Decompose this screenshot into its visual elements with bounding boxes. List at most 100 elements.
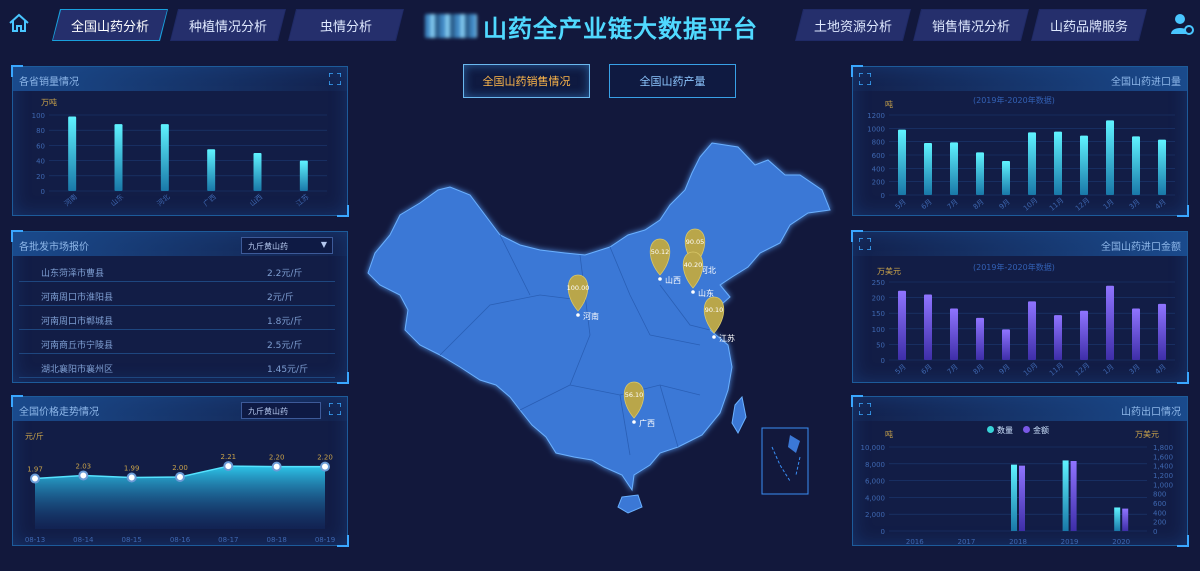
bar-amount[interactable] [1070, 461, 1077, 531]
expand-icon[interactable] [329, 73, 341, 85]
panel-title: 全国山药进口量 [853, 67, 1187, 91]
x-tick-label: 10月 [1022, 196, 1039, 212]
x-tick-label: 08-15 [121, 536, 141, 544]
table-row[interactable]: 河南周口市郸城县 1.8元/斤 [19, 308, 335, 330]
bar[interactable] [976, 152, 984, 195]
national-output-button[interactable]: 全国山药产量 [609, 64, 736, 98]
tab-sales-analysis[interactable]: 销售情况分析 [913, 9, 1029, 41]
table-row[interactable]: 山东菏泽市曹县 2.2元/斤 [19, 260, 335, 282]
table-row[interactable]: 河南商丘市宁陵县 2.5元/斤 [19, 332, 335, 354]
tab-brand-service[interactable]: 山药品牌服务 [1031, 9, 1147, 41]
bar[interactable] [1054, 131, 1062, 195]
data-point[interactable] [175, 472, 185, 482]
bar[interactable] [1080, 310, 1088, 360]
y-tick-label: 100 [32, 112, 45, 120]
bar-quantity[interactable] [1062, 460, 1069, 531]
bar[interactable] [1106, 120, 1114, 195]
bar[interactable] [1054, 315, 1062, 360]
page-title-area: 山药全产业链大数据平台 [425, 8, 775, 44]
data-point[interactable] [126, 472, 137, 483]
bar-quantity[interactable] [1114, 507, 1121, 531]
home-icon[interactable] [8, 12, 30, 34]
table-row[interactable]: 湖北襄阳市襄州区 1.45元/斤 [19, 356, 335, 378]
x-tick-label: 2016 [906, 538, 924, 546]
tab-national-analysis[interactable]: 全国山药分析 [52, 9, 168, 41]
bar[interactable] [898, 290, 906, 360]
bar[interactable] [114, 124, 123, 191]
bar-amount[interactable] [1019, 465, 1025, 531]
x-tick-label: 河南 [62, 192, 79, 208]
china-map[interactable]: 90.05河北50.12山西40.20山东100.00河南90.10江苏56.1… [360, 135, 840, 535]
expand-icon[interactable] [859, 403, 871, 415]
import-amount-chart: 0 50 100 150 200 250 5月 6月 7月 8月 9月 10月 11月 12月 1月 3月 4月 [872, 279, 1175, 378]
expand-icon[interactable] [329, 403, 341, 415]
data-label: 2.20 [269, 454, 285, 462]
variety-select[interactable]: 九斤黄山药 ▼ [241, 237, 333, 254]
x-tick-label: 08-17 [218, 536, 238, 544]
bar[interactable] [1028, 301, 1036, 360]
x-tick-label: 08-14 [73, 536, 94, 544]
marker-dot [658, 277, 662, 281]
data-label: 2.20 [317, 454, 333, 462]
top-bar: 全国山药分析 种植情况分析 虫情分析 山药全产业链大数据平台 土地资源分析 销售… [0, 0, 1200, 50]
y-tick-label-right: 800 [1153, 491, 1166, 499]
bar[interactable] [1002, 161, 1010, 195]
y-tick-label-right: 400 [1153, 509, 1166, 517]
tab-land-analysis[interactable]: 土地资源分析 [795, 9, 911, 41]
bar[interactable] [950, 142, 958, 195]
wholesale-price-panel: 各批发市场报价 九斤黄山药 ▼ 山东菏泽市曹县 2.2元/斤 河南周口市淮阳县 2元/… [11, 230, 349, 384]
variety-select-value: 九斤黄山药 [248, 242, 288, 251]
market-name: 河南周口市淮阳县 [41, 293, 114, 303]
bar[interactable] [1132, 308, 1140, 360]
marker-value: 90.10 [705, 306, 724, 314]
export-chart: 02,0004,0006,0008,00010,0000200400600800… [861, 444, 1174, 546]
y-tick-label-right: 600 [1153, 500, 1166, 508]
bar[interactable] [1002, 329, 1010, 360]
tab-planting-analysis[interactable]: 种植情况分析 [170, 9, 286, 41]
bar[interactable] [1080, 135, 1088, 195]
bar[interactable] [924, 294, 932, 360]
bar[interactable] [924, 143, 932, 195]
bar[interactable] [1132, 136, 1140, 195]
tab-pest-analysis[interactable]: 虫情分析 [288, 9, 404, 41]
data-point[interactable] [223, 461, 234, 472]
bar[interactable] [1158, 303, 1166, 360]
bar[interactable] [1158, 139, 1166, 195]
y-tick-label: 20 [36, 173, 45, 181]
bar[interactable] [207, 149, 216, 191]
bar[interactable] [976, 317, 984, 360]
marker-dot [632, 420, 636, 424]
user-settings-icon[interactable] [1170, 12, 1194, 36]
data-point[interactable] [30, 473, 40, 484]
bar[interactable] [950, 308, 958, 360]
legend-item-quantity[interactable]: 数量 [987, 425, 1013, 436]
bar[interactable] [160, 124, 169, 191]
marker-value: 56.10 [625, 391, 644, 399]
expand-icon[interactable] [859, 238, 871, 250]
national-sales-button[interactable]: 全国山药销售情况 [463, 64, 590, 98]
bar-amount[interactable] [1122, 508, 1129, 531]
marker-province-label: 江苏 [719, 333, 735, 343]
bar[interactable] [68, 116, 77, 191]
price-trend-panel: 全国价格走势情况 九斤黄山药 元/斤 1.97 08-13 2.03 08-14 1.9… [11, 395, 349, 547]
south-china-sea-inset [761, 427, 809, 495]
x-tick-label: 3月 [1128, 363, 1142, 377]
bar[interactable] [1028, 132, 1036, 195]
y-tick-label: 80 [36, 127, 45, 135]
data-point[interactable] [78, 470, 89, 481]
y-tick-label-right: 1,800 [1153, 444, 1173, 452]
data-label: 2.21 [221, 453, 237, 461]
bar[interactable] [299, 160, 308, 191]
table-row[interactable]: 河南周口市淮阳县 2元/斤 [19, 284, 335, 306]
x-tick-label: 1月 [1102, 198, 1116, 212]
data-point[interactable] [271, 461, 282, 472]
data-point[interactable] [320, 461, 330, 472]
bar[interactable] [1106, 285, 1114, 360]
bar-quantity[interactable] [1011, 464, 1017, 531]
expand-icon[interactable] [859, 73, 871, 85]
variety-select[interactable]: 九斤黄山药 [241, 402, 321, 419]
bar[interactable] [253, 153, 262, 191]
x-tick-label: 5月 [894, 363, 908, 377]
bar[interactable] [898, 129, 906, 195]
legend-item-amount[interactable]: 金额 [1023, 425, 1049, 436]
